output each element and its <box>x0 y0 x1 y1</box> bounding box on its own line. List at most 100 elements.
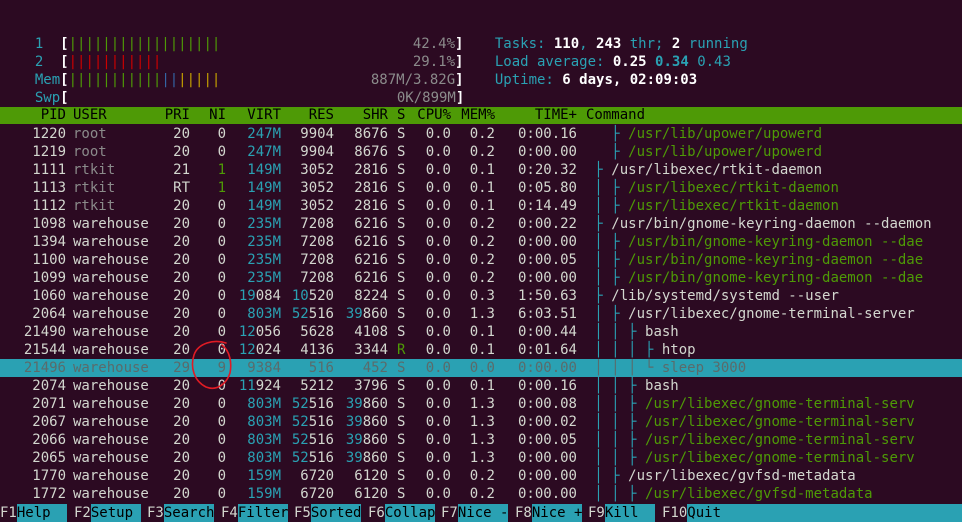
load-15: 0.43 <box>697 54 731 70</box>
fkey-label: Search <box>163 504 215 522</box>
fkey-f4[interactable]: F4Filter <box>221 504 289 522</box>
column-header-user[interactable]: USER <box>73 107 107 124</box>
cell-ni: 0 <box>217 450 226 466</box>
column-header-state[interactable]: S <box>397 107 405 124</box>
cell-shr: 8676 <box>354 126 388 142</box>
cell-cpu: 0.0 <box>425 414 451 430</box>
fkey-f3[interactable]: F3Search <box>147 504 215 522</box>
cell-res: 3052 <box>300 198 334 214</box>
cell-cpu: 0.0 <box>425 270 451 286</box>
cell-pri: 20 <box>173 432 190 448</box>
cell-state: S <box>397 234 406 250</box>
process-row[interactable]: 1220 root 20 0 247M 9904 8676 S 0.0 0.2 0:00.16 ├ … <box>0 125 962 143</box>
process-row[interactable]: 21490 warehouse 20 0 12056 5628 4108 S 0.0 0.1 0:0… <box>0 323 962 341</box>
fkey-f8[interactable]: F8Nice + <box>515 504 583 522</box>
cell-mem: 0.2 <box>469 270 495 286</box>
column-header-mem[interactable]: MEM% <box>461 107 495 124</box>
cell-pid: 2071 <box>32 396 66 412</box>
column-header-shr[interactable]: SHR <box>363 107 388 124</box>
cell-time: 0:00.00 <box>517 144 577 160</box>
cell-ni: 0 <box>217 126 226 142</box>
column-header-pri[interactable]: PRI <box>165 107 190 124</box>
process-row[interactable]: 2074 warehouse 20 0 11924 5212 3796 S 0.0 0.1 0:00… <box>0 377 962 395</box>
cell-time: 0:00.00 <box>517 486 577 502</box>
tasks-line: Tasks: 110, 243 thr; 2 running <box>494 36 748 52</box>
cell-res: 52516 <box>291 414 334 430</box>
cell-command: /usr/bin/gnome-keyring-daemon --daemon <box>611 216 932 232</box>
process-row[interactable]: 1100 warehouse 20 0 235M 7208 6216 S 0.0 0.2 0:00.… <box>0 251 962 269</box>
fkey-f6[interactable]: F6Collap <box>368 504 436 522</box>
cell-time: 0:00.02 <box>517 414 577 430</box>
process-row[interactable]: 2064 warehouse 20 0 803M 52516 39860 S 0.0 1.3 6:0… <box>0 305 962 323</box>
process-row[interactable]: 2066 warehouse 20 0 803M 52516 39860 S 0.0 1.3 0:0… <box>0 431 962 449</box>
process-row[interactable]: 2065 warehouse 20 0 803M 52516 39860 S 0.0 1.3 0:0… <box>0 449 962 467</box>
cell-pid: 2074 <box>32 378 66 394</box>
cell-shr: 6216 <box>354 216 388 232</box>
cell-user: warehouse <box>73 432 149 448</box>
cell-state: S <box>397 468 406 484</box>
cell-mem: 0.2 <box>469 252 495 268</box>
process-row[interactable]: 1772 warehouse 20 0 159M 6720 6120 S 0.0 0.2 0:00.… <box>0 485 962 503</box>
cell-pri: RT <box>173 180 190 196</box>
process-row[interactable]: 1113 rtkit RT 1 149M 3052 2816 S 0.0 0.1 0:05.80 │… <box>0 179 962 197</box>
cell-mem: 1.3 <box>469 432 495 448</box>
cell-shr: 39860 <box>345 396 388 412</box>
cell-res: 52516 <box>291 450 334 466</box>
process-row[interactable]: 1098 warehouse 20 0 235M 7208 6216 S 0.0 0.2 0:00.… <box>0 215 962 233</box>
fkey-f7[interactable]: F7Nice - <box>441 504 509 522</box>
process-row[interactable]: 21496 warehouse 29 9 9384 516 452 S 0.0 0.0 0:00.0… <box>0 359 962 377</box>
column-header-bar[interactable]: PID USER PRI NI VIRT RES SHR S CPU% MEM% TIME+ Comm… <box>0 107 962 124</box>
cell-user: warehouse <box>73 234 149 250</box>
cell-mem: 0.1 <box>469 324 495 340</box>
process-row[interactable]: 1111 rtkit 21 1 149M 3052 2816 S 0.0 0.1 0:20.32 ├… <box>0 161 962 179</box>
column-header-pid[interactable]: PID <box>41 107 66 124</box>
cell-mem: 0.1 <box>469 342 495 358</box>
process-row[interactable]: 2067 warehouse 20 0 803M 52516 39860 S 0.0 1.3 0:0… <box>0 413 962 431</box>
cell-mem: 1.3 <box>469 306 495 322</box>
process-row[interactable]: 1060 warehouse 20 0 19084 10520 8224 S 0.0 0.3 1:5… <box>0 287 962 305</box>
fkey-number: F5 <box>294 505 311 521</box>
cell-pid: 21544 <box>23 342 66 358</box>
process-row[interactable]: 1219 root 20 0 247M 9904 8676 S 0.0 0.2 0:00.00 ├ … <box>0 143 962 161</box>
cell-user: warehouse <box>73 396 149 412</box>
cell-state: S <box>397 126 406 142</box>
fkey-number: F7 <box>441 505 458 521</box>
process-row[interactable]: 2071 warehouse 20 0 803M 52516 39860 S 0.0 1.3 0:0… <box>0 395 962 413</box>
fkey-number: F3 <box>147 505 164 521</box>
process-row[interactable]: 1394 warehouse 20 0 235M 7208 6216 S 0.0 0.2 0:00.… <box>0 233 962 251</box>
column-header-command[interactable]: Command <box>586 107 645 124</box>
process-row[interactable]: 1112 rtkit 20 0 149M 3052 2816 S 0.0 0.1 0:14.49 │… <box>0 197 962 215</box>
cell-user: warehouse <box>73 288 149 304</box>
fkey-number: F10 <box>662 505 688 521</box>
column-header-ni[interactable]: NI <box>209 107 226 124</box>
cell-user: rtkit <box>73 162 116 178</box>
cell-ni: 0 <box>217 270 226 286</box>
cell-state: S <box>397 414 406 430</box>
process-row[interactable]: 1770 warehouse 20 0 159M 6720 6120 S 0.0 0.2 0:00.… <box>0 467 962 485</box>
cell-command: /lib/systemd/systemd --user <box>611 288 839 304</box>
tree-branch: │ ├ <box>586 468 629 484</box>
column-header-time[interactable]: TIME+ <box>535 107 577 124</box>
column-header-cpu[interactable]: CPU% <box>417 107 451 124</box>
fkey-f10[interactable]: F10Quit <box>662 504 962 522</box>
cell-res: 7208 <box>300 234 334 250</box>
process-row[interactable]: 21544 warehouse 20 0 12024 4136 3344 R 0.0 0.1 0:0… <box>0 341 962 359</box>
cell-pid: 2067 <box>32 414 66 430</box>
fkey-f5[interactable]: F5Sorted <box>294 504 362 522</box>
process-row[interactable]: 1099 warehouse 20 0 235M 7208 6216 S 0.0 0.2 0:00.… <box>0 269 962 287</box>
cell-pri: 20 <box>173 306 190 322</box>
cell-time: 0:05.80 <box>517 180 577 196</box>
cell-mem: 1.3 <box>469 414 495 430</box>
fkey-f1[interactable]: F1Help <box>0 504 68 522</box>
cell-cpu: 0.0 <box>425 162 451 178</box>
cell-pid: 1100 <box>32 252 66 268</box>
cell-state: S <box>397 486 406 502</box>
column-header-res[interactable]: RES <box>309 107 334 124</box>
fkey-label: Help <box>16 504 68 522</box>
column-header-virt[interactable]: VIRT <box>247 107 281 124</box>
cell-ni: 0 <box>217 198 226 214</box>
cell-ni: 0 <box>217 288 226 304</box>
fkey-f9[interactable]: F9Kill <box>588 504 656 522</box>
fkey-f2[interactable]: F2Setup <box>74 504 142 522</box>
cell-user: warehouse <box>73 324 149 340</box>
